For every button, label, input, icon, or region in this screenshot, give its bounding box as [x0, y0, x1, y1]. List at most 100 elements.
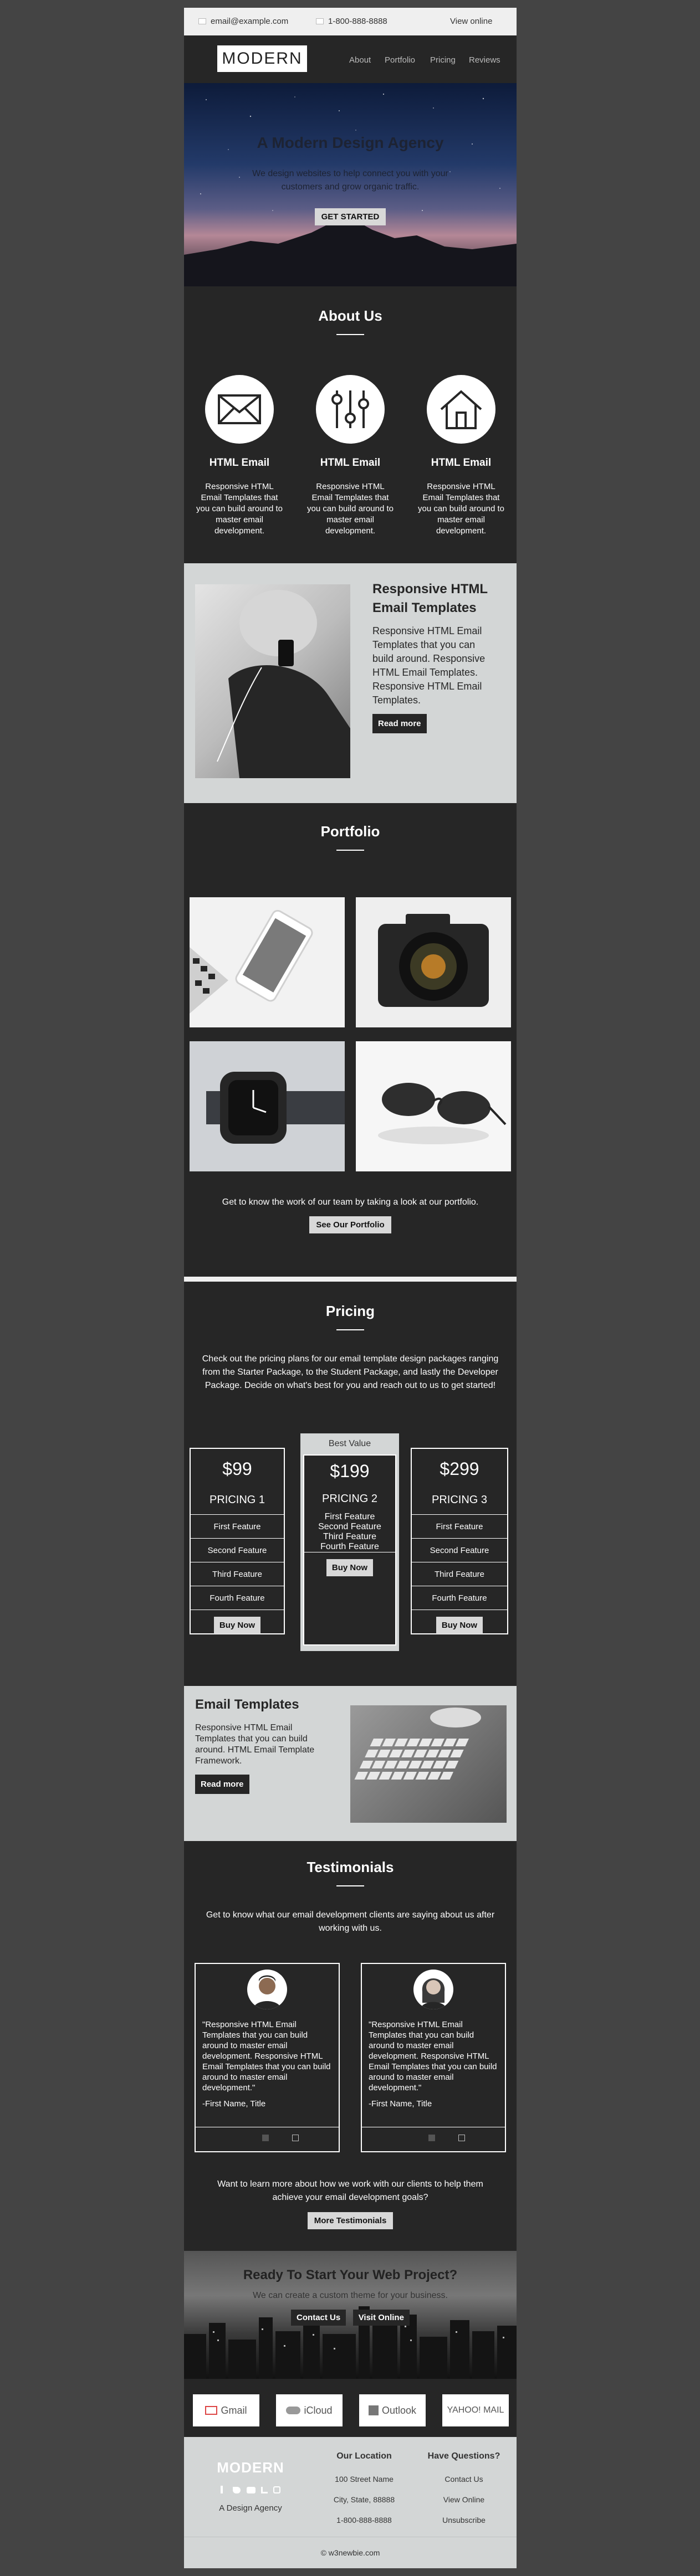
house-icon [440, 390, 482, 429]
social-icon[interactable] [428, 2135, 435, 2141]
buy-now-button[interactable]: Buy Now [326, 1559, 374, 1576]
plan-price: $99 [222, 1459, 252, 1479]
mountain-silhouette [184, 218, 517, 286]
nav-link-about[interactable]: About [349, 55, 371, 65]
plan-feature: Fourth Feature [191, 1586, 284, 1610]
footer-link-view-online[interactable]: View Online [417, 2495, 511, 2504]
nav-link-reviews[interactable]: Reviews [469, 55, 500, 65]
social-icon[interactable] [458, 2135, 465, 2141]
best-value-badge: Best Value [328, 1439, 371, 1448]
linkedin-icon[interactable] [260, 2487, 268, 2493]
hero-subtitle: We design websites to help connect you w… [252, 169, 448, 192]
nav-link-pricing[interactable]: Pricing [430, 55, 456, 65]
testimonials-intro: Get to know what our email development c… [206, 1910, 495, 1933]
plan-price: $199 [330, 1461, 370, 1481]
plan-name: PRICING 3 [431, 1494, 488, 1506]
get-started-button[interactable]: GET STARTED [314, 208, 386, 225]
nav-link-portfolio[interactable]: Portfolio [385, 55, 415, 65]
testimonial-card: "Responsive HTML Email Templates that yo… [361, 1963, 506, 2152]
phone-icon [316, 18, 324, 24]
plan-feature: Second Feature [191, 1538, 284, 1562]
testimonials-section: Testimonials Get to know what our email … [184, 1841, 517, 2251]
feature-title: HTML Email [209, 457, 270, 469]
footer-link-unsubscribe[interactable]: Unsubscribe [417, 2516, 511, 2524]
hero-title: A Modern Design Agency [257, 134, 444, 151]
testimonials-outro: Want to learn more about how we work wit… [217, 2179, 483, 2202]
cloud-icon [286, 2407, 301, 2414]
camera-photo[interactable] [356, 897, 511, 1027]
read-more-button[interactable]: Read more [195, 1775, 249, 1794]
social-icon[interactable] [262, 2135, 269, 2141]
testimonial-author: -First Name, Title [369, 2099, 432, 2109]
smartwatch-photo[interactable] [190, 1041, 345, 1171]
twitter-icon[interactable] [233, 2487, 241, 2493]
visit-online-button[interactable]: Visit Online [352, 2310, 410, 2326]
info-section: Responsive HTML Email Templates Responsi… [184, 563, 517, 803]
promo-title: Email Templates [195, 1697, 299, 1712]
feature-text: Responsive HTML Email Templates that you… [418, 482, 504, 536]
sunglasses-photo[interactable] [356, 1041, 511, 1171]
plan-feature: First Feature [412, 1514, 507, 1538]
outlook-logo[interactable]: Outlook [359, 2394, 426, 2426]
footer: MODERN A Design Agency Our Location 100 … [184, 2437, 517, 2537]
envelope-icon [218, 394, 261, 424]
testimonial-quote: "Responsive HTML Email Templates that yo… [369, 2020, 497, 2092]
navbar: MODERN About Portfolio Pricing Reviews [184, 35, 517, 83]
social-links [195, 2486, 306, 2496]
about-title: About Us [318, 307, 382, 324]
feature-title: HTML Email [431, 457, 492, 469]
feature-text: Responsive HTML Email Templates that you… [307, 482, 394, 536]
info-title: Responsive HTML Email Templates [372, 582, 488, 615]
testimonial-quote: "Responsive HTML Email Templates that yo… [202, 2020, 331, 2092]
logo[interactable]: MODERN [217, 45, 307, 72]
portfolio-title: Portfolio [320, 823, 380, 840]
pricing-plan-2-highlight: Best Value $199 PRICING 2 First Feature … [300, 1433, 399, 1651]
plan-name: PRICING 1 [209, 1494, 265, 1506]
plan-feature: Fourth Feature [412, 1586, 507, 1610]
pricing-plan-3: $299 PRICING 3 First Feature Second Feat… [411, 1448, 508, 1634]
footer-address-line: City, State, 88888 [333, 2495, 395, 2504]
gmail-logo[interactable]: Gmail [193, 2394, 259, 2426]
cta-section: Ready To Start Your Web Project? We can … [184, 2251, 517, 2379]
feature-text: Responsive HTML Email Templates that you… [196, 482, 283, 536]
phone-laptop-photo[interactable] [190, 897, 345, 1027]
hero-section: A Modern Design Agency We design website… [184, 83, 517, 286]
keyboard-mouse-photo [350, 1705, 507, 1823]
footer-phone[interactable]: 1-800-888-8888 [317, 2516, 411, 2524]
pricing-intro: Check out the pricing plans for our emai… [202, 1354, 499, 1390]
contact-us-button[interactable]: Contact Us [291, 2310, 346, 2326]
buy-now-button[interactable]: Buy Now [213, 1617, 261, 1634]
outlook-icon [368, 2405, 379, 2415]
about-section: About Us HTML Email Responsive HTML Emai… [184, 286, 517, 563]
facebook-icon[interactable] [220, 2486, 227, 2493]
read-more-button[interactable]: Read more [372, 714, 427, 733]
testimonials-title: Testimonials [306, 1859, 394, 1875]
email-template: email@example.com 1-800-888-8888 View on… [184, 8, 517, 2568]
instagram-icon[interactable] [273, 2486, 281, 2493]
footer-link-contact-us[interactable]: Contact Us [417, 2475, 511, 2484]
email-link[interactable]: email@example.com [198, 8, 288, 35]
footer-logo[interactable]: MODERN [195, 2459, 306, 2476]
cta-subtitle: We can create a custom theme for your bu… [253, 2291, 448, 2300]
feature-card: HTML Email Responsive HTML Email Templat… [408, 375, 514, 537]
plan-feature: Second Feature [318, 1522, 381, 1531]
pricing-plan-2: $199 PRICING 2 First Feature Second Feat… [303, 1454, 396, 1646]
person-with-phone-photo [195, 584, 350, 778]
youtube-icon[interactable] [246, 2487, 256, 2493]
footer-location-title: Our Location [336, 2451, 392, 2461]
phone-link[interactable]: 1-800-888-8888 [316, 8, 387, 35]
view-online-link[interactable]: View online [450, 8, 492, 35]
plan-feature: Third Feature [412, 1562, 507, 1586]
testimonial-card: "Responsive HTML Email Templates that yo… [195, 1963, 340, 2152]
promo-text: Responsive HTML Email Templates that you… [195, 1723, 315, 1766]
social-icon[interactable] [292, 2135, 299, 2141]
yahoo-mail-logo[interactable]: YAHOO! MAIL [442, 2394, 509, 2426]
cta-title: Ready To Start Your Web Project? [243, 2268, 458, 2282]
pricing-section: Pricing Check out the pricing plans for … [184, 1282, 517, 1686]
plan-feature: Second Feature [412, 1538, 507, 1562]
section-divider [184, 1277, 517, 1282]
more-testimonials-button[interactable]: More Testimonials [307, 2212, 394, 2229]
icloud-logo[interactable]: iCloud [276, 2394, 343, 2426]
buy-now-button[interactable]: Buy Now [436, 1617, 483, 1634]
see-portfolio-button[interactable]: See Our Portfolio [309, 1216, 391, 1233]
